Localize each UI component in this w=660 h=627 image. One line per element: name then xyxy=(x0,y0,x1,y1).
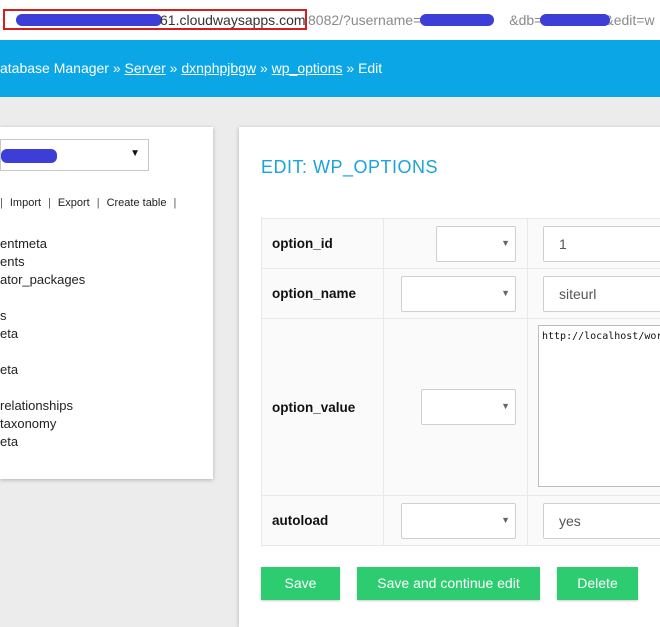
function-select[interactable]: ▼ xyxy=(436,226,516,262)
function-select[interactable]: ▼ xyxy=(401,503,516,539)
table-row: autoload ▼ yes xyxy=(262,496,660,546)
highlight-box xyxy=(3,9,307,30)
value-cell: http://localhost/wordpress xyxy=(528,319,660,496)
table-row: option_id ▼ 1 xyxy=(262,219,660,269)
table-list-item[interactable]: relationships xyxy=(0,397,85,415)
redaction-mark xyxy=(420,14,494,26)
field-label: autoload xyxy=(262,496,384,546)
option-value-textarea[interactable]: http://localhost/wordpress xyxy=(538,325,660,487)
table-list-item[interactable]: ator_packages xyxy=(0,271,85,289)
table-list-item[interactable]: eta xyxy=(0,433,85,451)
redaction-mark xyxy=(540,14,610,26)
function-select[interactable]: ▼ xyxy=(401,276,516,312)
table-list-item[interactable]: s xyxy=(0,307,85,325)
redaction-mark xyxy=(1,149,57,163)
table-list-item[interactable] xyxy=(0,379,85,397)
function-cell: ▼ xyxy=(384,219,528,269)
option-name-input[interactable]: siteurl xyxy=(543,276,660,312)
breadcrumb-database[interactable]: dxnphpjbgw xyxy=(181,60,256,76)
field-label: option_name xyxy=(262,269,384,319)
function-select[interactable]: ▼ xyxy=(421,389,516,425)
sidebar-actions: |Import|Export|Create table| xyxy=(0,197,183,209)
function-cell: ▼ xyxy=(384,269,528,319)
save-button[interactable]: Save xyxy=(261,567,340,600)
caret-down-icon: ▼ xyxy=(501,401,510,411)
database-select[interactable]: ▼ xyxy=(0,139,149,171)
edit-panel: EDIT: WP_OPTIONS option_id ▼ 1 option_na… xyxy=(239,127,660,627)
import-link[interactable]: Import xyxy=(10,197,41,209)
table-row: option_value ▼ http://localhost/wordpres… xyxy=(262,319,660,496)
value-cell: 1 xyxy=(528,219,660,269)
table-list-item[interactable]: eta xyxy=(0,325,85,343)
breadcrumb: atabase Manager » Server » dxnphpjbgw » … xyxy=(0,40,382,97)
breadcrumb-current: Edit xyxy=(358,60,382,76)
sidebar: ▼ |Import|Export|Create table| entmeta e… xyxy=(0,127,213,479)
table-list-item[interactable]: taxonomy xyxy=(0,415,85,433)
table-list-item[interactable] xyxy=(0,289,85,307)
create-table-link[interactable]: Create table xyxy=(107,197,167,209)
table-list-item[interactable]: ents xyxy=(0,253,85,271)
caret-down-icon: ▼ xyxy=(501,288,510,298)
table-row: option_name ▼ siteurl xyxy=(262,269,660,319)
breadcrumb-table[interactable]: wp_options xyxy=(272,60,343,76)
breadcrumb-header: atabase Manager » Server » dxnphpjbgw » … xyxy=(0,40,660,97)
option-id-input[interactable]: 1 xyxy=(543,226,660,262)
page-title: EDIT: WP_OPTIONS xyxy=(261,157,438,178)
table-list-item[interactable]: eta xyxy=(0,361,85,379)
edit-form-table: option_id ▼ 1 option_name ▼ siteurl opti xyxy=(261,218,660,546)
delete-button[interactable]: Delete xyxy=(557,567,638,600)
table-list-item[interactable] xyxy=(0,343,85,361)
save-and-continue-button[interactable]: Save and continue edit xyxy=(357,567,540,600)
caret-down-icon: ▼ xyxy=(130,148,140,159)
table-list: entmeta ents ator_packages s eta eta rel… xyxy=(0,235,85,451)
value-cell: yes xyxy=(528,496,660,546)
function-cell: ▼ xyxy=(384,496,528,546)
value-cell: siteurl xyxy=(528,269,660,319)
caret-down-icon: ▼ xyxy=(501,515,510,525)
autoload-input[interactable]: yes xyxy=(543,503,660,539)
caret-down-icon: ▼ xyxy=(501,238,510,248)
field-label: option_id xyxy=(262,219,384,269)
breadcrumb-server[interactable]: Server xyxy=(125,60,166,76)
field-label: option_value xyxy=(262,319,384,496)
table-list-item[interactable]: entmeta xyxy=(0,235,85,253)
export-link[interactable]: Export xyxy=(58,197,90,209)
function-cell: ▼ xyxy=(384,319,528,496)
address-bar[interactable]: 61.cloudwaysapps.com 8082/?username=&db=… xyxy=(0,0,660,41)
